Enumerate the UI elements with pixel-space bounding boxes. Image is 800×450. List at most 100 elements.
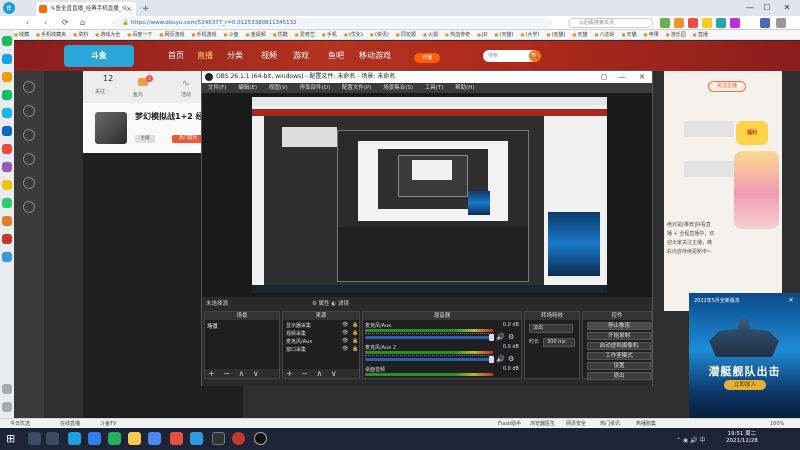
open-live-button[interactable]: 开播 [414,53,440,63]
home-icon[interactable]: ⌂ [80,17,85,29]
source-item[interactable]: 显示器采集 👁 🔒 [286,322,358,329]
start-button[interactable]: ⊞ [6,433,15,445]
extension-icon[interactable] [730,18,740,28]
bookmark-item[interactable]: 资料 [73,32,88,38]
obs-menu-file[interactable]: 文件(F) [208,85,226,91]
visibility-icon[interactable]: 👁 [342,346,348,352]
extension-icon[interactable] [702,18,712,28]
bookmark-item[interactable]: (大学) [520,32,539,38]
site-nav-item[interactable]: 视频 [261,50,277,62]
obs-close-button[interactable]: ✕ [633,71,651,83]
bookmark-item[interactable]: JD [477,32,487,38]
taskbar-app-icon[interactable] [170,432,183,445]
scene-toolbar[interactable]: + − ∧ ∨ [205,369,279,378]
duration-input[interactable]: 300 ms [543,338,575,347]
source-toolbar[interactable]: + − ∧ ∨ [283,369,359,378]
slider-handle[interactable] [489,356,494,363]
fishball-label[interactable]: 鱼丸 [133,91,143,98]
ad-cta-button[interactable]: 立即加入 [724,380,766,390]
bookmark-item[interactable]: 天猫 [572,32,587,38]
browser-tab[interactable]: 斗鱼全直直播_经典手机直播_斗... [36,2,136,16]
extension-icon[interactable] [688,18,698,28]
minimize-button[interactable]: — [743,1,757,15]
bookmark-item[interactable]: 百度一下 [127,32,152,38]
promo-image[interactable] [734,151,779,229]
close-icon[interactable]: × [788,296,794,304]
sidebar-app-icon[interactable] [2,144,12,154]
bookmark-item[interactable]: 八达岭 [594,32,614,38]
obs-restore-button[interactable]: ▢ [595,71,613,83]
reload-icon[interactable]: ⟳ [62,17,69,29]
bookmark-item[interactable]: 苹果 [644,32,659,38]
rail-icon[interactable] [23,177,35,189]
taskbar-app-icon[interactable] [232,432,245,445]
sidebar-app-icon[interactable] [2,54,12,64]
site-nav-item[interactable]: 直播 [197,50,213,62]
bookmark-item[interactable]: (天猫) [495,32,514,38]
bookmark-item[interactable]: 手机 [322,32,337,38]
bookmark-item[interactable]: 火狐 [423,32,438,38]
new-tab-button[interactable]: + [142,2,150,16]
slider-handle[interactable] [489,334,494,341]
site-nav-item[interactable]: 游戏 [293,50,309,62]
site-nav-item[interactable]: 鱼吧 [328,50,344,62]
site-search-icon[interactable]: 🔍 [529,50,541,62]
site-logo[interactable]: 斗鱼 [64,45,134,67]
forward-icon[interactable]: › [44,17,47,29]
bookmark-item[interactable]: 直播 [693,32,708,38]
extension-icon[interactable] [760,18,770,28]
rail-icon[interactable] [23,129,35,141]
bookmark-item[interactable]: 热血传奇 [445,32,470,38]
follow-anchor-button[interactable]: 关注主播 [708,81,746,92]
promo-badge[interactable]: 福利 [736,121,768,145]
obs-minimize-button[interactable]: — [613,71,631,83]
extension-icon[interactable] [716,18,726,28]
obs-menu-view[interactable]: 视图(V) [269,85,288,91]
obs-menu-help[interactable]: 帮助(H) [455,85,474,91]
activity-label[interactable]: 活动 [181,91,191,98]
wave-icon[interactable]: ∿ [182,79,190,89]
speaker-icon[interactable]: 🔊 [496,333,505,341]
floating-ad[interactable]: 2022年5月全新版本 × 潜艇舰队出击 立即加入 [689,293,800,418]
taskbar-app-icon[interactable] [108,432,121,445]
bookmark-item[interactable]: (资讯) [370,32,389,38]
taskbar-app-icon[interactable] [190,432,203,445]
lock-icon[interactable]: 🔒 [352,322,358,328]
volume-slider[interactable] [365,336,493,339]
visibility-icon[interactable]: 👁 [342,338,348,344]
tab-close-icon[interactable]: × [126,2,132,16]
source-item[interactable]: 视频采集 👁 🔒 [286,330,358,337]
file-explorer-icon[interactable] [128,432,141,445]
avatar[interactable] [95,112,127,144]
gear-icon[interactable]: ⚙ [508,355,514,363]
url-input[interactable]: 🔒 https://www.douyu.com/5246377_r=0.01253… [112,18,552,28]
bookmark-item[interactable]: 爱奇艺 [295,32,315,38]
volume-slider[interactable] [365,358,493,361]
sidebar-app-icon[interactable] [2,252,12,262]
room-tag[interactable]: 主播 [135,135,155,143]
qq-icon[interactable] [2,108,12,118]
sidebar-app-icon[interactable] [2,36,12,46]
browser-logo-icon[interactable]: e [3,2,15,14]
bookmark-item[interactable]: 游乐园 [666,32,686,38]
site-nav-item[interactable]: 移动游戏 [359,50,391,62]
sidebar-add-icon[interactable] [2,384,12,394]
task-view-icon[interactable] [46,432,59,445]
follow-count-label[interactable]: 关注 [95,88,105,95]
obs-menu-tools[interactable]: 工具(T) [425,85,444,91]
extension-icon[interactable] [660,18,670,28]
back-icon[interactable]: ‹ [26,17,29,29]
speaker-icon[interactable]: 🔊 [496,355,505,363]
bookmark-item[interactable]: 手机游戏 [191,32,216,38]
studio-mode-button[interactable]: 工作室模式 [587,352,651,360]
bookmark-item[interactable]: 优酷 [273,32,288,38]
bookmark-item[interactable]: 手机收藏夹 [36,32,66,38]
bookmark-item[interactable]: 同花顺 [396,32,416,38]
site-nav-item[interactable]: 首页 [168,50,184,62]
lock-icon[interactable]: 🔒 [352,330,358,336]
bookmark-item[interactable]: 金视频 [246,32,266,38]
system-tray-icons[interactable]: ⌃ ◉ 🔊 中 [676,435,705,444]
sidebar-app-icon[interactable] [2,72,12,82]
sidebar-app-icon[interactable] [2,234,12,244]
obs-menu-scenes[interactable]: 场景集合(S) [383,85,413,91]
